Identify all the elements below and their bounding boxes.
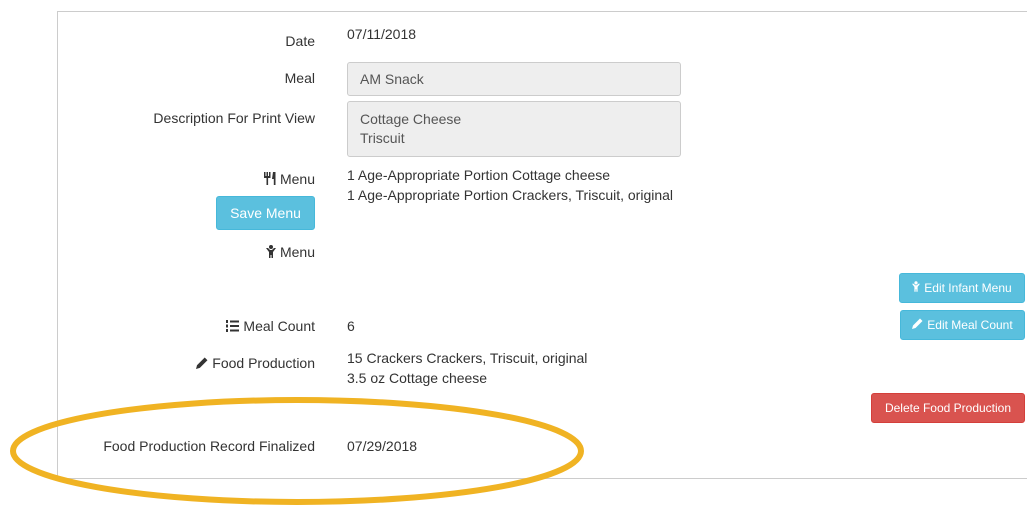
meal-label: Meal	[284, 70, 315, 86]
menu-item: 1 Age-Appropriate Portion Crackers, Tris…	[347, 187, 674, 203]
delete-food-production-button[interactable]: Delete Food Production	[871, 393, 1025, 423]
save-menu-button[interactable]: Save Menu	[216, 196, 315, 230]
save-menu-label: Save Menu	[230, 205, 301, 221]
meal-count-label-row: Meal Count	[226, 318, 315, 335]
infant-menu-label-row: Menu	[265, 244, 315, 261]
menu-items: 1 Age-Appropriate Portion Cottage cheese…	[347, 165, 673, 205]
food-production-label-row: Food Production	[196, 355, 315, 372]
description-line: Cottage Cheese	[360, 111, 462, 127]
food-production-label: Food Production	[212, 355, 315, 371]
fork-knife-icon	[263, 172, 276, 188]
edit-infant-menu-label: Edit Infant Menu	[924, 281, 1012, 295]
description-line: Triscuit	[360, 130, 405, 146]
finalized-label: Food Production Record Finalized	[103, 438, 315, 454]
meal-count-value: 6	[347, 318, 355, 334]
menu-label-row: Menu	[263, 171, 315, 188]
delete-food-production-label: Delete Food Production	[884, 401, 1012, 415]
infant-menu-label: Menu	[279, 244, 315, 260]
food-production-items: 15 Crackers Crackers, Triscuit, original…	[347, 348, 587, 388]
menu-label: Menu	[279, 171, 315, 187]
food-production-item: 15 Crackers Crackers, Triscuit, original	[347, 350, 588, 366]
finalized-value: 07/29/2018	[347, 438, 418, 454]
list-ordered-icon	[226, 319, 240, 335]
menu-item: 1 Age-Appropriate Portion Cottage cheese	[347, 167, 611, 183]
edit-meal-count-label: Edit Meal Count	[927, 318, 1013, 332]
date-label: Date	[285, 33, 315, 49]
food-production-item: 3.5 oz Cottage cheese	[347, 370, 488, 386]
meal-count-label: Meal Count	[243, 318, 315, 334]
child-icon	[912, 281, 921, 295]
edit-infant-menu-button[interactable]: Edit Infant Menu	[899, 273, 1025, 303]
date-value: 07/11/2018	[347, 26, 417, 42]
pencil-icon	[196, 356, 208, 372]
edit-meal-count-button[interactable]: Edit Meal Count	[900, 310, 1025, 340]
meal-field[interactable]: AM Snack	[347, 62, 681, 96]
child-icon	[265, 245, 276, 261]
pencil-icon	[912, 318, 923, 332]
meal-field-value: AM Snack	[360, 71, 424, 87]
description-label: Description For Print View	[153, 110, 315, 126]
description-field[interactable]: Cottage Cheese Triscuit	[347, 101, 681, 157]
